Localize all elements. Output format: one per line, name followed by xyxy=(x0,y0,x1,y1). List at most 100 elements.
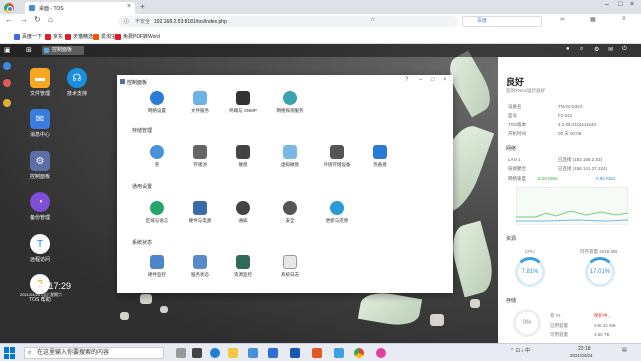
close-window-icon[interactable]: × xyxy=(630,1,634,8)
cp-terminal-snmp[interactable]: 终端与 SNMP xyxy=(217,91,269,114)
headset-icon: ☊ xyxy=(67,68,87,88)
bookmark-item[interactable]: 爱淘宝 xyxy=(93,33,116,40)
volume-status: 保护中... xyxy=(594,313,612,318)
power-icon[interactable]: ⏻ xyxy=(622,46,627,53)
notification-center-icon[interactable]: ▤ xyxy=(622,347,627,353)
cp-update-restore[interactable]: 更新与还原 xyxy=(311,201,363,224)
bookmark-item[interactable]: 百度一下 xyxy=(14,33,42,40)
app-icon[interactable] xyxy=(268,348,278,358)
chrome-taskbar-icon[interactable] xyxy=(354,348,364,358)
resource-title: 资源 xyxy=(506,236,517,242)
forward-icon[interactable]: → xyxy=(20,15,28,24)
cloud-icon: T xyxy=(30,234,50,254)
cp-virtual-disk[interactable]: 虚拟磁盘 xyxy=(264,145,316,168)
extension-icon[interactable]: ✂ xyxy=(560,16,565,23)
new-tab-icon[interactable]: + xyxy=(140,2,145,11)
home-icon[interactable] xyxy=(3,62,11,70)
weibo-icon[interactable] xyxy=(3,99,11,107)
maximize-icon[interactable]: □ xyxy=(431,77,435,83)
rate-row: 网络速度 xyxy=(508,176,526,181)
info-row: 设备名 TNAS-D32A xyxy=(508,104,583,109)
desktop-icon-control-panel[interactable]: ⚙ 控制面板 xyxy=(25,151,55,180)
desktop-icon-remote[interactable]: T 远程访问 xyxy=(25,234,55,263)
close-tab-icon[interactable]: × xyxy=(127,3,131,10)
lan-row: 链接聚合 已连接 (186.141.37.224) xyxy=(508,166,608,171)
health-title: 良好 xyxy=(506,77,525,87)
desktop-clock: 23:17:29 xyxy=(36,281,72,291)
bookmark-item[interactable]: 天猫精选 xyxy=(65,33,93,40)
show-desktop-icon[interactable]: ▣ xyxy=(4,46,11,54)
cp-resource-monitor[interactable]: 资源监控 xyxy=(217,255,269,278)
tab-title: 桌面 - TOS xyxy=(39,5,64,12)
virtual-disk-icon xyxy=(283,145,297,159)
cp-disk[interactable]: 硬盘 xyxy=(217,145,269,168)
mail-app-icon[interactable] xyxy=(192,348,202,358)
app-icon[interactable] xyxy=(312,348,322,358)
security-label: 不安全 xyxy=(135,19,151,25)
minimize-icon[interactable]: – xyxy=(419,77,422,83)
memory-gauge: 17.01% xyxy=(585,257,615,287)
used-label: 已用容量 xyxy=(550,323,568,328)
network-graph xyxy=(516,187,628,225)
user-icon[interactable]: ● xyxy=(566,46,570,52)
word-icon[interactable] xyxy=(290,348,300,358)
section-title: 系统状态 xyxy=(132,240,153,246)
home-icon[interactable]: ⌂ xyxy=(48,15,53,24)
store-icon[interactable] xyxy=(248,348,258,358)
address-bar[interactable]: ⓘ 不安全 192.168.2.53:8181/tos/index.php xyxy=(118,16,458,27)
volume-name: 卷 #1 xyxy=(550,313,561,318)
free-label: 可用容量 xyxy=(550,332,568,337)
cp-system-log[interactable]: 系统日志 xyxy=(264,255,316,278)
network-title: 网络 xyxy=(506,146,517,152)
window-list-icon[interactable]: ⊞ xyxy=(26,46,32,54)
desktop-icon-backup[interactable]: ◔ 备份管理 xyxy=(25,192,55,221)
cp-notifications[interactable]: 通知 xyxy=(217,201,269,224)
maximize-icon[interactable]: □ xyxy=(618,1,622,8)
bookmark-item[interactable]: 免费PDF转Word xyxy=(115,33,160,40)
desktop-icon-support[interactable]: ☊ 技术支持 xyxy=(62,68,92,97)
cp-network-discovery[interactable]: 网络探测服务 xyxy=(264,91,316,114)
desktop-icon-file-manager[interactable]: ▬ 文件管理 xyxy=(25,68,55,97)
help-icon[interactable]: ? xyxy=(405,77,408,83)
file-explorer-icon[interactable] xyxy=(228,348,238,358)
star-icon[interactable]: ☆ xyxy=(370,16,375,23)
cp-hot-spare[interactable]: 热备盘 xyxy=(354,145,406,168)
cpu-label: CPU xyxy=(525,249,535,254)
reload-icon[interactable]: ↻ xyxy=(34,15,41,24)
app-icon[interactable] xyxy=(376,348,386,358)
service-icon xyxy=(193,255,207,269)
taskbar-app-control-panel[interactable]: 控制面板 xyxy=(42,46,84,55)
tray-icons[interactable]: ⌃ ⊡ ♪ 中 xyxy=(510,347,530,354)
search-icon[interactable]: ⌕ xyxy=(580,46,583,53)
section-title: 存储管理 xyxy=(132,128,153,134)
bookmark-item[interactable]: 京东 xyxy=(45,33,63,40)
upload-rate: 5.29 KB/s xyxy=(538,176,558,181)
info-row: 开机时间 00 天 00:06 xyxy=(508,131,582,136)
settings-icon[interactable]: ⚙ xyxy=(594,46,599,53)
cp-security[interactable]: 安全 xyxy=(264,201,316,224)
info-row: 型号 F2-221 xyxy=(508,113,573,118)
app-icon[interactable] xyxy=(334,348,344,358)
task-view-icon[interactable] xyxy=(176,348,186,358)
notification-icon[interactable]: ✉ xyxy=(608,46,613,53)
monitor-icon xyxy=(150,255,164,269)
browser-tab[interactable]: 桌面 - TOS × xyxy=(25,2,135,14)
menu-icon[interactable]: ≡ xyxy=(622,16,626,22)
edge-icon[interactable] xyxy=(210,348,220,358)
chrome-logo-icon xyxy=(4,3,14,13)
grid-icon[interactable]: ▦ xyxy=(590,16,596,23)
back-icon[interactable]: ← xyxy=(5,15,13,24)
close-icon[interactable]: × xyxy=(443,77,447,83)
windows-start-icon[interactable] xyxy=(4,347,16,359)
recent-icon[interactable] xyxy=(3,79,11,87)
search-box[interactable]: 百度 xyxy=(462,16,542,27)
search-icon: ⌕ xyxy=(28,350,32,356)
free-value: 3.56 TB xyxy=(594,332,610,337)
browser-window: 桌面 - TOS × + – □ × ← → ↻ ⌂ ⓘ 不安全 192.168.2.… xyxy=(0,0,641,44)
minimize-icon[interactable]: – xyxy=(605,1,609,8)
taskbar-search[interactable]: ⌕ 在这里输入你要搜索的内容 xyxy=(24,347,164,359)
desktop-icon-messages[interactable]: ✉ 消息中心 xyxy=(25,109,55,138)
lock-icon xyxy=(283,201,297,215)
window-app-icon xyxy=(120,79,125,84)
discovery-icon xyxy=(283,91,297,105)
